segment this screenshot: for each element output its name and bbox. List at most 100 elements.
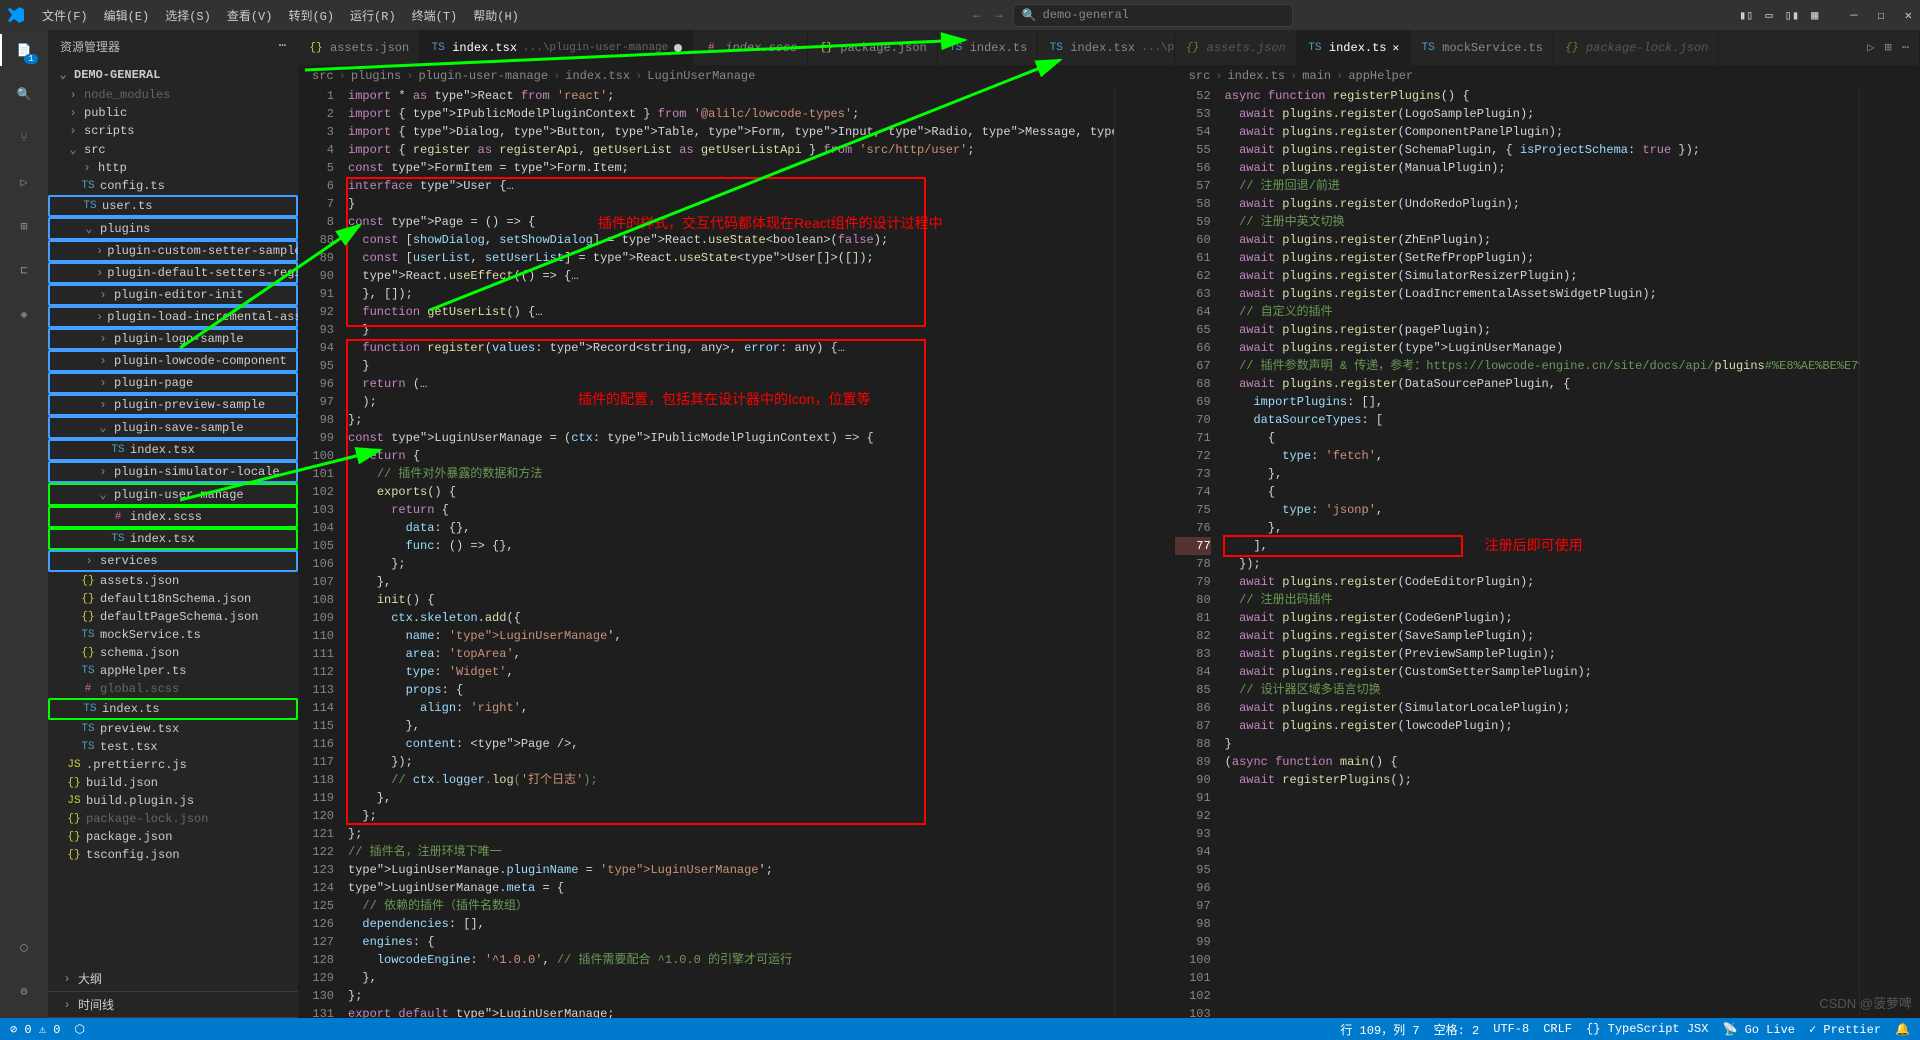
layout-bottom-icon[interactable]: ▭ xyxy=(1765,8,1772,23)
breadcrumb-1[interactable]: src›plugins›plugin-user-manage›index.tsx… xyxy=(298,65,1174,87)
minimap-2[interactable] xyxy=(1859,87,1919,1018)
explorer-icon[interactable]: 📄1 xyxy=(12,38,36,62)
close-tab-icon[interactable]: ✕ xyxy=(1393,41,1400,55)
close-icon[interactable]: ✕ xyxy=(1905,8,1912,23)
settings-icon[interactable]: ⚙ xyxy=(12,979,36,1003)
tree-item[interactable]: {}package.json xyxy=(48,828,298,846)
tab[interactable]: {}package.json xyxy=(808,30,937,65)
status-item[interactable]: 空格: 2 xyxy=(1434,1021,1480,1038)
breadcrumb-seg[interactable]: LuginUserManage xyxy=(647,69,755,83)
tab[interactable]: TSindex.ts xyxy=(938,30,1039,65)
nav-fwd-icon[interactable]: → xyxy=(995,8,1002,22)
minimap-1[interactable] xyxy=(1114,87,1174,1018)
breadcrumb-seg[interactable]: src xyxy=(1189,69,1211,83)
tree-item[interactable]: ›plugin-default-setters-registry xyxy=(48,262,298,284)
timeline-section[interactable]: ›时间线 xyxy=(48,992,298,1018)
tree-item[interactable]: ›plugin-lowcode-component xyxy=(48,350,298,372)
status-item[interactable]: 🔔 xyxy=(1895,1022,1910,1037)
tab-action-icon[interactable]: ⋯ xyxy=(1902,40,1909,55)
breadcrumb-seg[interactable]: index.tsx xyxy=(565,69,630,83)
maximize-icon[interactable]: ☐ xyxy=(1878,8,1885,23)
menu-文件(F)[interactable]: 文件(F) xyxy=(34,3,96,28)
tree-item[interactable]: ›plugin-preview-sample xyxy=(48,394,298,416)
debug-icon[interactable]: ▷ xyxy=(12,170,36,194)
tree-item[interactable]: TSmockService.ts xyxy=(48,626,298,644)
tab-action-icon[interactable]: ▷ xyxy=(1867,40,1874,55)
status-item[interactable]: 行 109，列 7 xyxy=(1340,1021,1419,1038)
command-center[interactable]: 🔍 demo-general xyxy=(1013,4,1293,27)
tab[interactable]: TSindex.tsx...\plugin-save-sample xyxy=(1038,30,1173,65)
tree-item[interactable]: ›services xyxy=(48,550,298,572)
tree-item[interactable]: {}defaultPageSchema.json xyxy=(48,608,298,626)
status-item[interactable]: {} TypeScript JSX xyxy=(1586,1022,1708,1036)
tree-item[interactable]: ›node_modules xyxy=(48,86,298,104)
tree-item[interactable]: JS.prettierrc.js xyxy=(48,756,298,774)
layout-custom-icon[interactable]: ▦ xyxy=(1811,8,1818,23)
sidebar-more-icon[interactable]: ⋯ xyxy=(279,38,286,55)
tab[interactable]: TSmockService.ts xyxy=(1410,30,1554,65)
tree-item[interactable]: ⌄src xyxy=(48,140,298,159)
menu-转到(G)[interactable]: 转到(G) xyxy=(280,3,342,28)
tab[interactable]: TSindex.tsx...\plugin-user-manage xyxy=(420,30,693,65)
minimize-icon[interactable]: — xyxy=(1850,8,1857,23)
tree-item[interactable]: {}package-lock.json xyxy=(48,810,298,828)
tree-item[interactable]: {}default18nSchema.json xyxy=(48,590,298,608)
tree-item[interactable]: ›plugin-load-incremental-assets-w... xyxy=(48,306,298,328)
tree-item[interactable]: {}tsconfig.json xyxy=(48,846,298,864)
status-item[interactable]: ⬡ xyxy=(74,1022,84,1037)
extensions-icon[interactable]: ⊞ xyxy=(12,214,36,238)
menu-帮助(H)[interactable]: 帮助(H) xyxy=(465,3,527,28)
tree-item[interactable]: TSappHelper.ts xyxy=(48,662,298,680)
tree-item[interactable]: ⌄plugin-save-sample xyxy=(48,416,298,439)
tree-item[interactable]: ›plugin-simulator-locale xyxy=(48,461,298,483)
tab[interactable]: {}assets.json xyxy=(1175,30,1297,65)
status-item[interactable]: 📡 Go Live xyxy=(1722,1022,1795,1037)
account-icon[interactable]: ◯ xyxy=(12,935,36,959)
tree-item[interactable]: TSpreview.tsx xyxy=(48,720,298,738)
scm-icon[interactable]: ⑂ xyxy=(12,126,36,150)
breadcrumb-2[interactable]: src›index.ts›main›appHelper xyxy=(1175,65,1919,87)
tree-item[interactable]: ›plugin-editor-init xyxy=(48,284,298,306)
tree-item[interactable]: TStest.tsx xyxy=(48,738,298,756)
breadcrumb-seg[interactable]: src xyxy=(312,69,334,83)
tree-item[interactable]: ›plugin-logo-sample xyxy=(48,328,298,350)
tree-item[interactable]: {}schema.json xyxy=(48,644,298,662)
tab[interactable]: {}assets.json xyxy=(298,30,420,65)
nav-back-icon[interactable]: ← xyxy=(973,8,980,22)
workspace-folder[interactable]: ⌄DEMO-GENERAL xyxy=(48,63,298,86)
tree-item[interactable]: #index.scss xyxy=(48,506,298,528)
tree-item[interactable]: TSindex.tsx xyxy=(48,528,298,550)
code-2[interactable]: async function registerPlugins() { await… xyxy=(1225,87,1859,1018)
tree-item[interactable]: ›public xyxy=(48,104,298,122)
tree-item[interactable]: ›plugin-custom-setter-sample xyxy=(48,240,298,262)
tree-item[interactable]: TSconfig.ts xyxy=(48,177,298,195)
tree-item[interactable]: #global.scss xyxy=(48,680,298,698)
tree-item[interactable]: TSuser.ts xyxy=(48,195,298,217)
live-icon[interactable]: ◈ xyxy=(12,302,36,326)
tree-item[interactable]: ›http xyxy=(48,159,298,177)
tab[interactable]: #index.scss xyxy=(693,30,808,65)
tab-action-icon[interactable]: ⊞ xyxy=(1885,40,1892,55)
status-item[interactable]: UTF-8 xyxy=(1493,1022,1529,1036)
layout-left-icon[interactable]: ▮▯ xyxy=(1739,8,1753,23)
tree-item[interactable]: ›scripts xyxy=(48,122,298,140)
menu-查看(V)[interactable]: 查看(V) xyxy=(219,3,281,28)
tree-item[interactable]: {}assets.json xyxy=(48,572,298,590)
tree-item[interactable]: TSindex.tsx xyxy=(48,439,298,461)
tab[interactable]: {}package-lock.json xyxy=(1554,30,1719,65)
tree-item[interactable]: ›plugin-page xyxy=(48,372,298,394)
menu-编辑(E)[interactable]: 编辑(E) xyxy=(96,3,158,28)
menu-运行(R)[interactable]: 运行(R) xyxy=(342,3,404,28)
tree-item[interactable]: {}build.json xyxy=(48,774,298,792)
search-activity-icon[interactable]: 🔍 xyxy=(12,82,36,106)
breadcrumb-seg[interactable]: plugins xyxy=(351,69,401,83)
menu-选择(S)[interactable]: 选择(S) xyxy=(157,3,219,28)
status-item[interactable]: ✓ Prettier xyxy=(1809,1022,1881,1037)
outline-section[interactable]: ›大纲 xyxy=(48,966,298,992)
status-item[interactable]: CRLF xyxy=(1543,1022,1572,1036)
breadcrumb-seg[interactable]: appHelper xyxy=(1348,69,1413,83)
tree-item[interactable]: ⌄plugin-user-manage xyxy=(48,483,298,506)
tree-item[interactable]: JSbuild.plugin.js xyxy=(48,792,298,810)
breadcrumb-seg[interactable]: main xyxy=(1302,69,1331,83)
tree-item[interactable]: ⌄plugins xyxy=(48,217,298,240)
